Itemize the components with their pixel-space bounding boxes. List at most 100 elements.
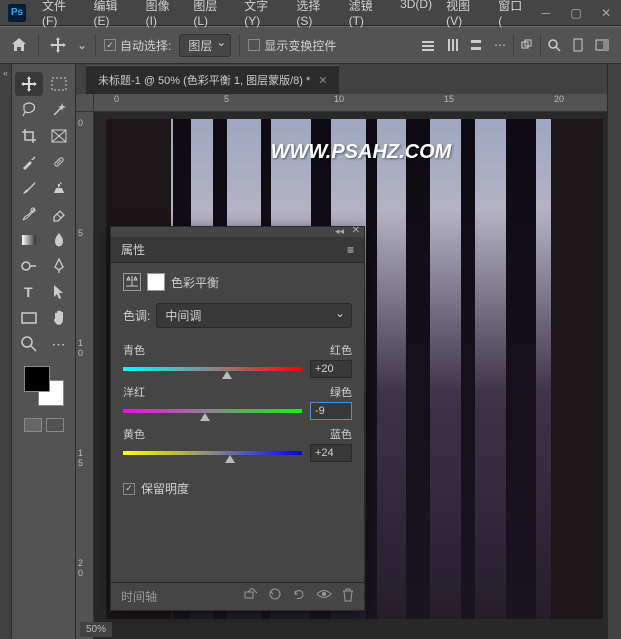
share-icon[interactable] [567,34,589,56]
menu-file[interactable]: 文件(F) [36,0,86,32]
mask-thumb-icon[interactable] [147,273,165,291]
ruler-horizontal[interactable]: 0 5 10 15 20 [94,94,607,112]
align-h-icon[interactable] [441,34,463,56]
tone-select[interactable]: 中间调 [156,303,352,328]
align-v-icon[interactable] [465,34,487,56]
clone-stamp-tool[interactable] [45,176,73,200]
close-panel-icon[interactable]: ✕ [352,225,360,236]
menu-window[interactable]: 窗口( [492,0,531,32]
tone-label: 色调: [123,307,150,324]
balance-adj-icon [123,273,141,291]
cyan-red-slider[interactable] [123,367,302,371]
preserve-label: 保留明度 [141,480,189,497]
gradient-tool[interactable] [15,228,43,252]
panel-tab[interactable]: 属性 ≡ [111,237,364,263]
cyan-label: 青色 [123,342,145,358]
menu-layer[interactable]: 图层(L) [187,0,236,32]
magenta-green-slider[interactable] [123,409,302,413]
reset-icon[interactable] [292,588,306,605]
visibility-icon[interactable] [316,588,332,605]
type-tool[interactable]: T [15,280,43,304]
eyedropper-tool[interactable] [15,150,43,174]
minimize-button[interactable]: ─ [531,0,561,26]
menu-image[interactable]: 图像(I) [140,0,186,32]
pen-tool[interactable] [45,254,73,278]
panel-drag-handle[interactable]: ◂◂ ✕ [111,227,364,237]
svg-text:T: T [24,285,33,299]
blur-tool[interactable] [45,228,73,252]
frame-tool[interactable] [45,124,73,148]
lasso-tool[interactable] [15,98,43,122]
yellow-blue-slider[interactable] [123,451,302,455]
dodge-tool[interactable] [15,254,43,278]
healing-tool[interactable] [45,150,73,174]
right-collapse-strip[interactable] [607,64,621,639]
menu-edit[interactable]: 编辑(E) [88,0,138,32]
adjustment-name: 色彩平衡 [171,274,219,291]
collapse-panel-icon[interactable]: ◂◂ [335,226,344,237]
view-previous-icon[interactable] [268,588,282,605]
maximize-button[interactable]: ▢ [561,0,591,26]
properties-panel: ◂◂ ✕ 属性 ≡ 色彩平衡 色调: 中间调 青色 红色 [110,226,365,611]
color-picker[interactable] [22,364,66,408]
menu-view[interactable]: 视图(V) [440,0,490,32]
close-button[interactable]: ✕ [591,0,621,26]
menu-3d[interactable]: 3D(D) [394,0,438,32]
marquee-tool[interactable] [45,72,73,96]
search-icon[interactable] [543,34,565,56]
edit-toolbar[interactable]: ⋯ [45,332,73,356]
eraser-tool[interactable] [45,202,73,226]
align-edges-icon[interactable] [417,34,439,56]
yellow-blue-value[interactable]: +24 [310,444,352,462]
ruler-origin[interactable] [76,94,94,112]
show-transform-label: 显示变换控件 [264,37,336,54]
hand-tool[interactable] [45,306,73,330]
magic-wand-tool[interactable] [45,98,73,122]
brush-tool[interactable] [15,176,43,200]
clip-icon[interactable] [244,588,258,605]
standard-mode[interactable] [24,418,42,432]
magenta-label: 洋红 [123,384,145,400]
crop-tool[interactable] [15,124,43,148]
dropdown-icon[interactable]: ⌄ [77,34,87,56]
menu-type[interactable]: 文字(Y) [238,0,288,32]
quick-mask-mode[interactable] [46,418,64,432]
document-tab[interactable]: 未标题-1 @ 50% (色彩平衡 1, 图层蒙版/8) * ✕ [86,65,339,94]
path-select-tool[interactable] [45,280,73,304]
menu-filter[interactable]: 滤镜(T) [343,0,393,32]
ps-logo: Ps [8,4,26,22]
magenta-green-value[interactable]: -9 [310,402,352,420]
panel-footer: 时间轴 [111,582,364,610]
preserve-luminosity-checkbox[interactable]: 保留明度 [123,480,352,497]
zoom-tool[interactable] [15,332,43,356]
layer-select[interactable]: 图层 [179,34,231,57]
timeline-tab[interactable]: 时间轴 [121,588,157,605]
menu-select[interactable]: 选择(S) [290,0,340,32]
trash-icon[interactable] [342,588,354,605]
home-icon[interactable] [8,34,30,56]
close-tab-icon[interactable]: ✕ [318,74,327,87]
more-opts-icon[interactable]: ⋯ [489,34,511,56]
left-collapse-strip[interactable]: « [0,64,12,639]
panel-toggle-icon[interactable] [591,34,613,56]
panel-menu-icon[interactable]: ≡ [347,243,354,257]
3d-mode-icon[interactable] [516,34,538,56]
blue-label: 蓝色 [330,426,352,442]
menubar: 文件(F) 编辑(E) 图像(I) 图层(L) 文字(Y) 选择(S) 滤镜(T… [36,0,531,32]
watermark-text: WWW.PSAHZ.COM [171,141,551,164]
history-brush-tool[interactable] [15,202,43,226]
show-transform-checkbox[interactable]: 显示变换控件 [248,37,336,54]
document-tab-row: 未标题-1 @ 50% (色彩平衡 1, 图层蒙版/8) * ✕ [76,64,607,94]
cyan-red-value[interactable]: +20 [310,360,352,378]
move-tool-icon[interactable] [47,34,69,56]
rectangle-tool[interactable] [15,306,43,330]
toolbox: T ⋯ [12,64,76,639]
ruler-vertical[interactable]: 0 5 1 0 1 5 2 0 [76,112,94,639]
zoom-label[interactable]: 50% [80,622,112,637]
auto-select-checkbox[interactable]: 自动选择: [104,37,171,54]
foreground-color[interactable] [24,366,50,392]
green-label: 绿色 [330,384,352,400]
red-label: 红色 [330,342,352,358]
move-tool[interactable] [15,72,43,96]
document-tab-label: 未标题-1 @ 50% (色彩平衡 1, 图层蒙版/8) * [98,72,310,88]
